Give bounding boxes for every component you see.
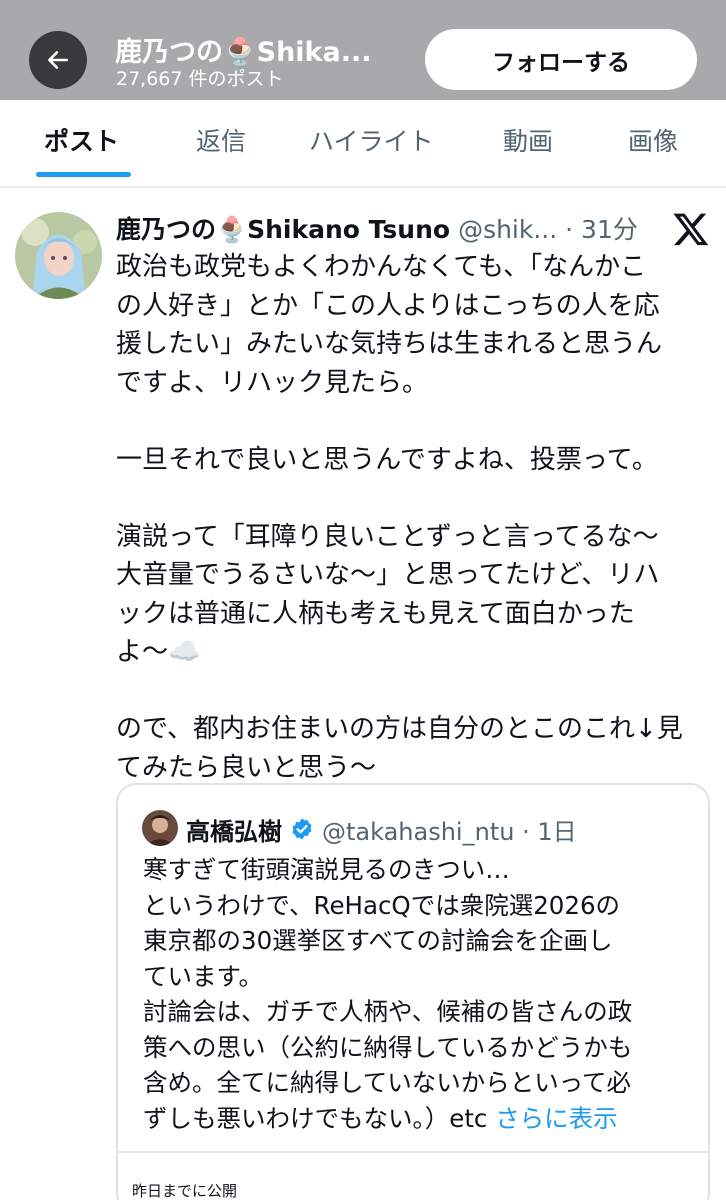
- post-count: 27,667 件のポスト: [116, 68, 284, 90]
- quote-header: 高橋弘樹 @takahashi_ntu · 1日: [186, 809, 577, 849]
- tab-images[interactable]: 画像: [628, 122, 678, 158]
- quote-line: ずしも悪いわけでもない。）etc さらに表示: [143, 1101, 703, 1137]
- verified-badge-icon: [292, 818, 312, 840]
- quote-avatar-image: [142, 810, 178, 846]
- post-line: ので、都内お住まいの方は自分のとこのこれ↓見: [116, 714, 683, 744]
- profile-tabs: ポスト 返信 ハイライト 動画 画像: [0, 100, 726, 188]
- author-name[interactable]: 鹿乃つの🍨Shikano Tsuno: [116, 210, 450, 246]
- quote-line: 寒すぎて街頭演説見るのきつい…: [143, 855, 510, 884]
- author-handle-time[interactable]: @shik... · 31分: [458, 210, 638, 246]
- follow-button[interactable]: フォローする: [425, 29, 697, 90]
- quote-line: 含め。全てに納得していないからといって必: [143, 1068, 632, 1097]
- show-more-link[interactable]: さらに表示: [495, 1104, 618, 1133]
- tab-highlights[interactable]: ハイライト: [309, 122, 434, 158]
- active-tab-indicator: [36, 172, 131, 177]
- post-line: 一旦それで良いと思うんですよね、投票って。: [116, 444, 658, 475]
- post-line: 演説って「耳障り良いことずっと言ってるな～: [116, 521, 659, 552]
- quoted-post[interactable]: 高橋弘樹 @takahashi_ntu · 1日 寒すぎて街頭演説見るのきつい……: [116, 783, 710, 1200]
- avatar[interactable]: [15, 212, 102, 299]
- post-line: ですよ、リハック見たら。: [116, 367, 429, 398]
- quote-last-line: ずしも悪いわけでもない。）etc: [143, 1103, 496, 1133]
- quote-handle-time[interactable]: @takahashi_ntu · 1日: [322, 812, 577, 847]
- post-line: てみたら良いと思う～: [116, 752, 377, 783]
- post-line: の人好き」とか「この人よりはこっちの人を応: [116, 290, 660, 321]
- post-line: 大音量でうるさいな～」と思ってたけど、リハ: [116, 560, 660, 590]
- post-line: 援したい」みたいな気持ちは生まれると思うん: [116, 329, 663, 359]
- quote-line: 東京都の30選挙区すべての討論会を企画し: [143, 926, 613, 955]
- post-line: よ～☁️: [116, 637, 201, 667]
- post-header: 鹿乃つの🍨Shikano Tsuno @shik... · 31分: [116, 208, 676, 248]
- quote-line: 策への思い（公約に納得しているかどうかも: [143, 1032, 633, 1062]
- quote-line: というわけで、ReHacQでは衆院選2026の: [143, 890, 621, 920]
- x-logo-icon: [673, 213, 709, 246]
- avatar-image: [15, 212, 102, 299]
- tab-posts[interactable]: ポスト: [44, 122, 119, 158]
- quote-divider: [118, 1151, 708, 1153]
- quote-text: 寒すぎて街頭演説見るのきつい… というわけで、ReHacQでは衆院選2026の …: [143, 852, 703, 1136]
- post-line: ックは普通に人柄も考えも見えて面白かった: [116, 598, 635, 629]
- arrow-left-icon: [48, 51, 68, 69]
- profile-header: 鹿乃つの🍨Shika... 27,667 件のポスト フォローする: [0, 0, 726, 100]
- quote-line: 討論会は、ガチで人柄や、候補の皆さんの政: [143, 997, 633, 1026]
- post-text: 政治も政党もよくわかんなくても、「なんかこ の人好き」とか「この人よりはこっちの…: [116, 248, 716, 787]
- post-line: 政治も政党もよくわかんなくても、「なんかこ: [116, 252, 647, 282]
- tab-videos[interactable]: 動画: [503, 122, 553, 158]
- back-button[interactable]: [29, 31, 87, 89]
- quote-avatar[interactable]: [142, 810, 178, 846]
- tab-replies[interactable]: 返信: [196, 122, 246, 158]
- quote-footer-label: 昨日までに公開: [132, 1182, 238, 1200]
- quote-line: ています。: [143, 961, 264, 991]
- quote-author-name[interactable]: 高橋弘樹: [186, 812, 282, 847]
